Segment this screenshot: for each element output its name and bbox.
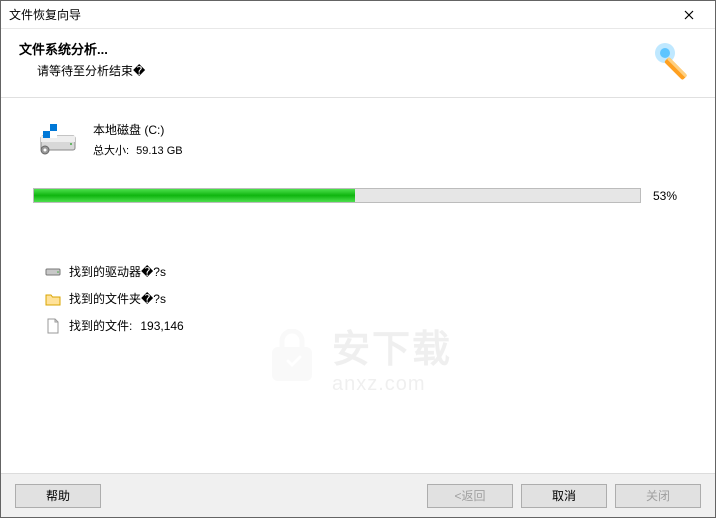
drive-icon — [45, 264, 61, 280]
back-button: <返回 — [427, 484, 513, 508]
footer: 帮助 <返回 取消 关闭 — [1, 473, 715, 517]
disk-size-label: 总大小: — [93, 145, 129, 157]
stat-drives-label: 找到的驱动器�?s — [69, 263, 166, 280]
window-title: 文件恢复向导 — [9, 6, 669, 23]
content-area: 本地磁盘 (C:) 总大小: 59.13 GB 53% 安下载 anxz.com — [1, 98, 715, 473]
disk-drive-icon — [37, 118, 79, 160]
progress-row: 53% — [33, 188, 683, 203]
close-button[interactable] — [669, 3, 709, 27]
close-wizard-button: 关闭 — [615, 484, 701, 508]
stat-files-label: 找到的文件: — [69, 317, 132, 334]
titlebar: 文件恢复向导 — [1, 1, 715, 29]
watermark-sub: anxz.com — [332, 373, 452, 396]
stat-files-value: 193,146 — [140, 319, 183, 333]
close-icon — [684, 10, 694, 20]
wizard-wand-icon — [651, 39, 697, 85]
file-icon — [45, 318, 61, 334]
cancel-button[interactable]: 取消 — [521, 484, 607, 508]
watermark-bag-icon — [264, 329, 320, 385]
disk-info-row: 本地磁盘 (C:) 总大小: 59.13 GB — [37, 118, 683, 160]
wizard-header: 文件系统分析... 请等待至分析结束� — [1, 29, 715, 97]
folder-icon — [45, 291, 61, 307]
progress-percent: 53% — [653, 189, 683, 203]
disk-name: 本地磁盘 (C:) — [93, 121, 183, 138]
stats-list: 找到的驱动器�?s 找到的文件夹�?s 找到的文件: 193,146 — [45, 263, 683, 334]
disk-size-value: 59.13 GB — [136, 145, 182, 157]
disk-size: 总大小: 59.13 GB — [93, 142, 183, 158]
stat-drives: 找到的驱动器�?s — [45, 263, 683, 280]
help-button[interactable]: 帮助 — [15, 484, 101, 508]
wizard-window: 文件恢复向导 文件系统分析... 请等待至分析结束� — [0, 0, 716, 518]
header-subtitle: 请等待至分析结束� — [19, 62, 651, 79]
stat-folders-label: 找到的文件夹�?s — [69, 290, 166, 307]
header-title: 文件系统分析... — [19, 39, 651, 58]
stat-folders: 找到的文件夹�?s — [45, 290, 683, 307]
progress-fill — [34, 189, 355, 202]
progress-bar — [33, 188, 641, 203]
stat-files: 找到的文件: 193,146 — [45, 317, 683, 334]
